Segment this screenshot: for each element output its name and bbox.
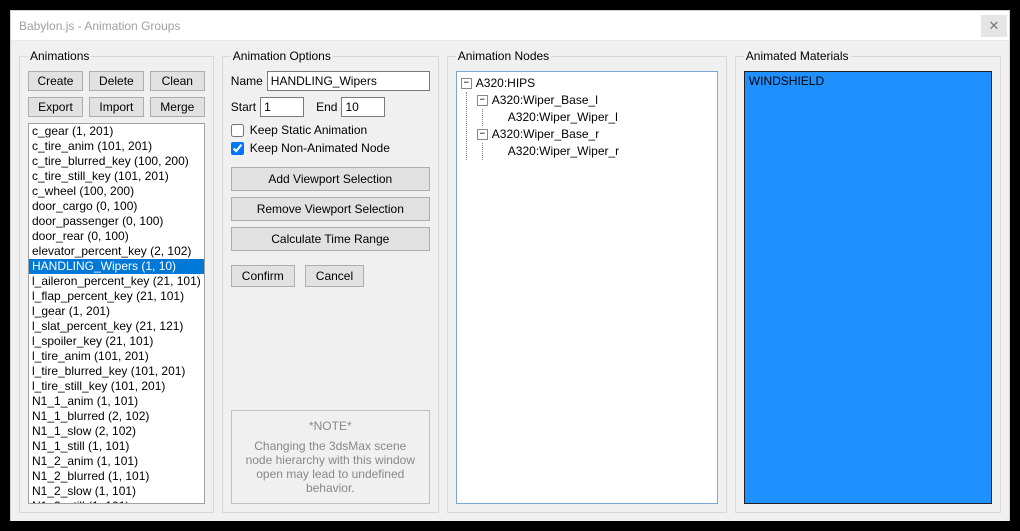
- start-input[interactable]: [260, 97, 304, 117]
- animations-panel-title: Animations: [28, 49, 91, 63]
- list-item[interactable]: HANDLING_Wipers (1, 10): [29, 259, 204, 274]
- cancel-button[interactable]: Cancel: [305, 265, 364, 287]
- merge-button[interactable]: Merge: [150, 97, 205, 117]
- list-item[interactable]: l_aileron_percent_key (21, 101): [29, 274, 204, 289]
- keep-static-label[interactable]: Keep Static Animation: [250, 123, 367, 137]
- end-input[interactable]: [341, 97, 385, 117]
- collapse-icon[interactable]: −: [477, 95, 488, 106]
- list-item[interactable]: N1_1_slow (2, 102): [29, 424, 204, 439]
- list-item[interactable]: l_tire_still_key (101, 201): [29, 379, 204, 394]
- nodes-tree[interactable]: − A320:HIPS − A320:Wiper_Base_l: [456, 71, 718, 504]
- list-item[interactable]: c_gear (1, 201): [29, 124, 204, 139]
- tree-root[interactable]: − A320:HIPS: [461, 75, 713, 92]
- list-item[interactable]: N1_1_still (1, 101): [29, 439, 204, 454]
- delete-button[interactable]: Delete: [89, 71, 144, 91]
- start-label: Start: [231, 100, 256, 114]
- keep-nonanim-label[interactable]: Keep Non-Animated Node: [250, 141, 390, 155]
- list-item[interactable]: door_passenger (0, 100): [29, 214, 204, 229]
- tree-leaf[interactable]: A320:Wiper_Wiper_l: [493, 109, 713, 126]
- list-item[interactable]: door_rear (0, 100): [29, 229, 204, 244]
- tree-label: A320:Wiper_Wiper_r: [508, 143, 619, 160]
- tree-label: A320:Wiper_Base_l: [492, 92, 598, 109]
- tree-label: A320:Wiper_Wiper_l: [508, 109, 618, 126]
- materials-listbox[interactable]: WINDSHIELD: [744, 71, 992, 504]
- note-body: Changing the 3dsMax scene node hierarchy…: [240, 439, 421, 495]
- list-item[interactable]: c_tire_still_key (101, 201): [29, 169, 204, 184]
- close-icon: ✕: [989, 18, 1000, 34]
- keep-static-checkbox[interactable]: [231, 124, 244, 137]
- add-viewport-button[interactable]: Add Viewport Selection: [231, 167, 430, 191]
- end-label: End: [316, 100, 337, 114]
- tree-leaf[interactable]: A320:Wiper_Wiper_r: [493, 143, 713, 160]
- titlebar: Babylon.js - Animation Groups ✕: [11, 11, 1009, 41]
- list-item[interactable]: N1_1_blurred (2, 102): [29, 409, 204, 424]
- list-item[interactable]: l_slat_percent_key (21, 121): [29, 319, 204, 334]
- keep-nonanim-checkbox[interactable]: [231, 142, 244, 155]
- tree-label: A320:HIPS: [476, 75, 535, 92]
- calc-time-button[interactable]: Calculate Time Range: [231, 227, 430, 251]
- list-item[interactable]: l_spoiler_key (21, 101): [29, 334, 204, 349]
- list-item[interactable]: c_tire_anim (101, 201): [29, 139, 204, 154]
- client-area: Animations Create Delete Clean Export Im…: [11, 41, 1009, 521]
- note-box: *NOTE* Changing the 3dsMax scene node hi…: [231, 410, 430, 504]
- create-button[interactable]: Create: [28, 71, 83, 91]
- list-item[interactable]: WINDSHIELD: [749, 74, 987, 88]
- options-panel-title: Animation Options: [231, 49, 333, 63]
- tree-label: A320:Wiper_Base_r: [492, 126, 599, 143]
- animations-listbox[interactable]: c_gear (1, 201)c_tire_anim (101, 201)c_t…: [28, 123, 205, 504]
- clean-button[interactable]: Clean: [150, 71, 205, 91]
- tree-node[interactable]: − A320:Wiper_Base_r: [477, 126, 713, 143]
- collapse-icon[interactable]: −: [461, 78, 472, 89]
- export-button[interactable]: Export: [28, 97, 83, 117]
- window-title: Babylon.js - Animation Groups: [19, 19, 180, 33]
- tree-node[interactable]: − A320:Wiper_Base_l: [477, 92, 713, 109]
- nodes-panel: Animation Nodes − A320:HIPS − A320:Wiper…: [447, 49, 727, 513]
- name-label: Name: [231, 74, 263, 88]
- list-item[interactable]: l_flap_percent_key (21, 101): [29, 289, 204, 304]
- import-button[interactable]: Import: [89, 97, 144, 117]
- nodes-panel-title: Animation Nodes: [456, 49, 551, 63]
- list-item[interactable]: l_tire_anim (101, 201): [29, 349, 204, 364]
- list-item[interactable]: N1_1_anim (1, 101): [29, 394, 204, 409]
- animations-panel: Animations Create Delete Clean Export Im…: [19, 49, 214, 513]
- name-input[interactable]: [267, 71, 430, 91]
- list-item[interactable]: N1_2_slow (1, 101): [29, 484, 204, 499]
- list-item[interactable]: l_tire_blurred_key (101, 201): [29, 364, 204, 379]
- close-button[interactable]: ✕: [981, 15, 1007, 37]
- materials-panel: Animated Materials WINDSHIELD: [735, 49, 1001, 513]
- window: Babylon.js - Animation Groups ✕ Animatio…: [10, 10, 1010, 521]
- list-item[interactable]: N1_2_still (1, 101): [29, 499, 204, 504]
- note-header: *NOTE*: [240, 419, 421, 433]
- list-item[interactable]: N1_2_blurred (1, 101): [29, 469, 204, 484]
- materials-panel-title: Animated Materials: [744, 49, 851, 63]
- list-item[interactable]: l_gear (1, 201): [29, 304, 204, 319]
- collapse-icon[interactable]: −: [477, 129, 488, 140]
- list-item[interactable]: c_wheel (100, 200): [29, 184, 204, 199]
- list-item[interactable]: c_tire_blurred_key (100, 200): [29, 154, 204, 169]
- options-panel: Animation Options Name Start End Keep St…: [222, 49, 439, 513]
- confirm-button[interactable]: Confirm: [231, 265, 295, 287]
- list-item[interactable]: door_cargo (0, 100): [29, 199, 204, 214]
- remove-viewport-button[interactable]: Remove Viewport Selection: [231, 197, 430, 221]
- list-item[interactable]: N1_2_anim (1, 101): [29, 454, 204, 469]
- list-item[interactable]: elevator_percent_key (2, 102): [29, 244, 204, 259]
